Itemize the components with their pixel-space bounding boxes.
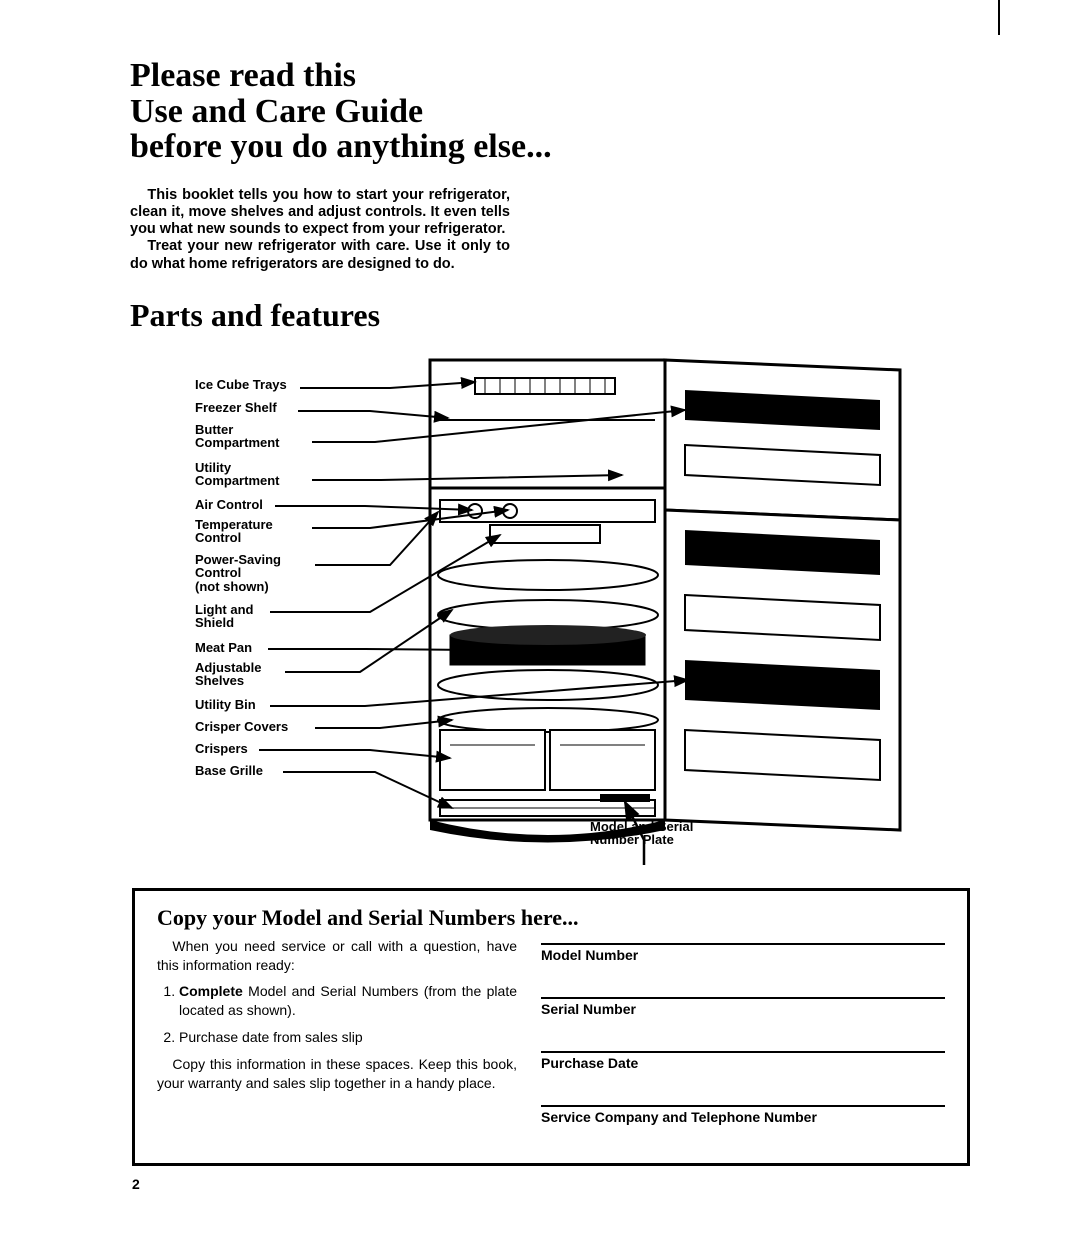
label-air-control: Air Control bbox=[195, 498, 263, 512]
model-serial-form: Copy your Model and Serial Numbers here.… bbox=[132, 888, 970, 1166]
field-label-service: Service Company and Telephone Number bbox=[541, 1109, 817, 1125]
field-label-model: Model Number bbox=[541, 947, 638, 963]
form-closing: Copy this information in these spaces. K… bbox=[157, 1055, 517, 1093]
form-columns: When you need service or call with a que… bbox=[157, 937, 945, 1145]
field-serial-number[interactable]: Serial Number bbox=[541, 997, 945, 1037]
form-title: Copy your Model and Serial Numbers here.… bbox=[157, 905, 945, 931]
label-base-grille: Base Grille bbox=[195, 764, 263, 778]
label-model-serial-plate: Model and Serial Number Plate bbox=[590, 820, 693, 847]
intro-block: This booklet tells you how to start your… bbox=[130, 187, 510, 273]
label-ice-cube-trays: Ice Cube Trays bbox=[195, 378, 287, 392]
form-intro: When you need service or call with a que… bbox=[157, 937, 517, 975]
label-temperature-control: Temperature Control bbox=[195, 518, 273, 545]
label-meat-pan: Meat Pan bbox=[195, 641, 252, 655]
intro-paragraph-1: This booklet tells you how to start your… bbox=[130, 187, 510, 238]
label-crisper-covers: Crisper Covers bbox=[195, 720, 288, 734]
label-utility-compartment: Utility Compartment bbox=[195, 461, 280, 488]
page-title: Please read this Use and Care Guide befo… bbox=[130, 58, 970, 165]
label-crispers: Crispers bbox=[195, 742, 248, 756]
form-item-1: Complete Model and Serial Numbers (from … bbox=[179, 982, 517, 1020]
title-line-2: Use and Care Guide bbox=[130, 93, 423, 130]
manual-page: Please read this Use and Care Guide befo… bbox=[0, 0, 1080, 1212]
field-service-company[interactable]: Service Company and Telephone Number bbox=[541, 1105, 945, 1145]
field-label-serial: Serial Number bbox=[541, 1001, 636, 1017]
label-adjustable-shelves: Adjustable Shelves bbox=[195, 661, 261, 688]
field-label-purchase: Purchase Date bbox=[541, 1055, 638, 1071]
form-fields: Model Number Serial Number Purchase Date… bbox=[541, 937, 945, 1145]
page-number: 2 bbox=[132, 1176, 970, 1192]
intro-paragraph-2: Treat your new refrigerator with care. U… bbox=[130, 238, 510, 272]
label-light-shield: Light and Shield bbox=[195, 603, 254, 630]
form-item-2: Purchase date from sales slip bbox=[179, 1028, 517, 1047]
form-instructions: When you need service or call with a que… bbox=[157, 937, 517, 1145]
title-line-3: before you do anything else... bbox=[130, 128, 552, 165]
label-utility-bin: Utility Bin bbox=[195, 698, 256, 712]
label-freezer-shelf: Freezer Shelf bbox=[195, 401, 277, 415]
label-power-saving-control: Power-Saving Control (not shown) bbox=[195, 553, 281, 594]
form-item-1-bold: Complete bbox=[179, 983, 243, 999]
title-line-1: Please read this bbox=[130, 57, 356, 94]
field-purchase-date[interactable]: Purchase Date bbox=[541, 1051, 945, 1091]
section-heading: Parts and features bbox=[130, 297, 970, 334]
label-butter-compartment: Butter Compartment bbox=[195, 423, 280, 450]
parts-diagram: Ice Cube Trays Freezer Shelf Butter Comp… bbox=[140, 350, 960, 870]
field-model-number[interactable]: Model Number bbox=[541, 943, 945, 983]
